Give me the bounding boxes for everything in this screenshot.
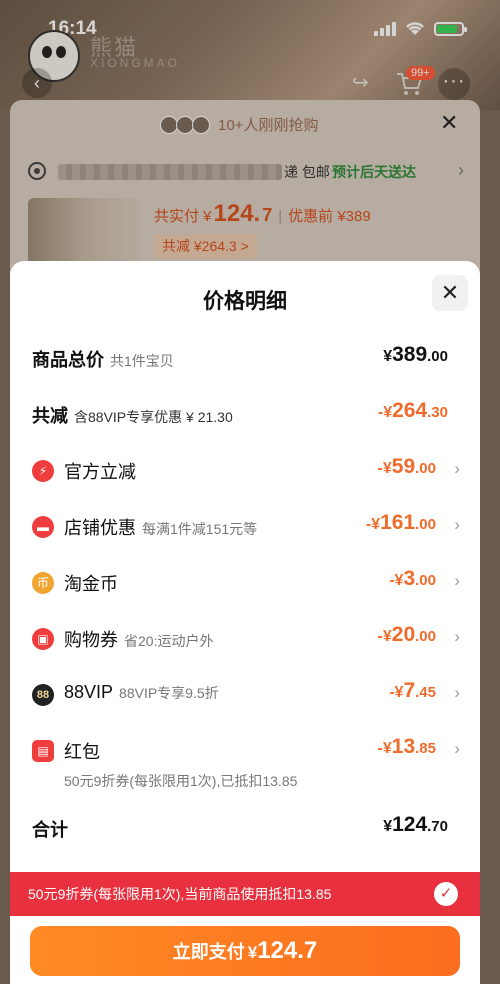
row-amount: -¥264.30 <box>378 399 448 423</box>
sheet-title: 价格明细 <box>203 290 287 313</box>
chevron-right-icon: › <box>454 683 460 702</box>
row-label: 店铺优惠 <box>64 518 136 538</box>
amount-int: 124 <box>392 813 428 836</box>
row-amount: ¥389.00 <box>383 343 448 367</box>
row-official-discount[interactable]: ⚡ 官方立减 -¥59.00 › <box>32 455 462 487</box>
coupon-banner[interactable]: 50元9折券(每张限用1次),当前商品使用抵扣13.85 ✓ <box>10 872 480 916</box>
currency: -¥ <box>389 684 404 701</box>
row-label: 共减 <box>32 406 68 426</box>
row-label: 淘金币 <box>64 574 118 594</box>
chevron-right-icon: › <box>454 627 460 646</box>
total-label: 合计 <box>32 820 68 840</box>
row-red-packet[interactable]: ▤ 红包 -¥13.85 › 50元9折券(每张限用1次),已抵扣13.85 <box>32 735 462 795</box>
row-label: 红包 <box>64 742 100 762</box>
row-amount: -¥3.00 <box>389 567 436 591</box>
row-label: 88VIP <box>64 682 114 702</box>
row-total-reduction: 共减 含88VIP专享优惠 ¥ 21.30 -¥264.30 <box>32 399 462 431</box>
row-sub: 省20:运动户外 <box>124 633 214 649</box>
close-button[interactable]: ✕ <box>432 275 468 311</box>
amount-int: 3 <box>403 567 416 590</box>
amount-dec: .45 <box>415 684 436 701</box>
amount-int: 20 <box>391 623 416 646</box>
close-icon: ✕ <box>440 280 460 305</box>
row-amount: -¥161.00 <box>366 511 436 535</box>
amount-dec: .00 <box>427 348 448 365</box>
currency: -¥ <box>377 740 392 757</box>
red-packet-note: 50元9折券(每张限用1次),已抵扣13.85 <box>64 773 298 789</box>
amount-dec: .00 <box>415 572 436 589</box>
amount-int: 389 <box>392 343 428 366</box>
chevron-right-icon: › <box>454 739 460 758</box>
currency: ¥ <box>383 818 393 835</box>
amount-int: 59 <box>391 455 416 478</box>
row-sub: 每满1件减151元等 <box>142 521 258 537</box>
currency: ¥ <box>383 348 393 365</box>
row-total: 合计 ¥124.70 <box>32 813 462 845</box>
row-amount: -¥7.45 <box>389 679 436 703</box>
lightning-icon: ⚡ <box>32 460 54 482</box>
chevron-right-icon: › <box>454 571 460 590</box>
row-label: 官方立减 <box>64 462 136 482</box>
amount-dec: .70 <box>427 818 448 835</box>
vip-icon: 88 <box>32 684 54 706</box>
amount-dec: .00 <box>415 460 436 477</box>
total-amount: ¥124.70 <box>383 813 448 837</box>
row-amount: -¥13.85 <box>378 735 436 759</box>
currency: -¥ <box>377 460 392 477</box>
amount-dec: .85 <box>415 740 436 757</box>
row-sub: 88VIP专享9.5折 <box>119 685 219 701</box>
row-store-discount[interactable]: ▬ 店铺优惠 每满1件减151元等 -¥161.00 › <box>32 511 462 543</box>
row-amount: -¥59.00 <box>378 455 436 479</box>
pay-button-currency: ¥ <box>247 943 258 962</box>
amount-int: 161 <box>380 511 416 534</box>
currency: -¥ <box>365 516 381 533</box>
row-amount: -¥20.00 <box>378 623 436 647</box>
coin-icon: 币 <box>32 572 54 594</box>
amount-int: 13 <box>391 735 416 758</box>
coupon-icon: ▣ <box>32 628 54 650</box>
row-sub: 共1件宝贝 <box>110 353 174 369</box>
row-taojinbi[interactable]: 币 淘金币 -¥3.00 › <box>32 567 462 599</box>
store-icon: ▬ <box>32 516 54 538</box>
chevron-right-icon: › <box>454 459 460 478</box>
amount-dec: .00 <box>415 516 436 533</box>
currency: -¥ <box>377 404 393 421</box>
row-label: 商品总价 <box>32 350 104 370</box>
amount-dec: .00 <box>415 628 436 645</box>
pay-button-amount: 124.7 <box>257 937 318 964</box>
red-packet-icon: ▤ <box>32 740 54 762</box>
check-icon[interactable]: ✓ <box>434 882 458 906</box>
pay-now-button[interactable]: 立即支付 ¥ 124.7 <box>30 926 460 976</box>
amount-int: 7 <box>403 679 416 702</box>
chevron-right-icon: › <box>454 515 460 534</box>
row-88vip[interactable]: 88 88VIP 88VIP专享9.5折 -¥7.45 › <box>32 679 462 711</box>
amount-dec: .30 <box>427 404 448 421</box>
row-goods-total: 商品总价 共1件宝贝 ¥389.00 <box>32 343 462 375</box>
coupon-banner-text: 50元9折券(每张限用1次),当前商品使用抵扣13.85 <box>28 886 332 902</box>
currency: -¥ <box>377 628 392 645</box>
row-sub: 含88VIP专享优惠 ¥ 21.30 <box>74 409 233 425</box>
currency: -¥ <box>389 572 404 589</box>
row-shopping-coupon[interactable]: ▣ 购物券 省20:运动户外 -¥20.00 › <box>32 623 462 655</box>
row-label: 购物券 <box>64 630 118 650</box>
amount-int: 264 <box>392 399 428 422</box>
pay-button-label: 立即支付 <box>172 942 245 962</box>
